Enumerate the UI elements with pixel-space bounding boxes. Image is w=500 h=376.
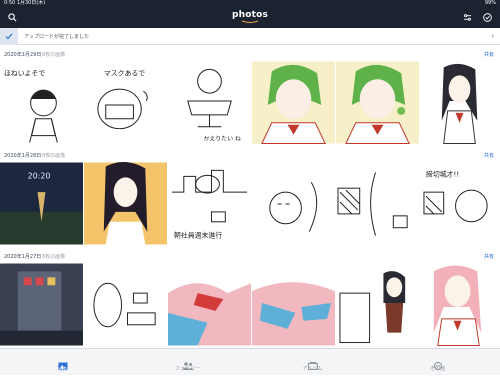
photo-thumbnail[interactable] bbox=[336, 263, 420, 346]
section-count: 8枚の画像 bbox=[42, 153, 66, 159]
share-link[interactable]: 共有 bbox=[484, 51, 494, 58]
album-icon bbox=[250, 355, 375, 370]
photo-thumbnail[interactable] bbox=[168, 263, 252, 346]
photo-thumbnail[interactable] bbox=[252, 162, 336, 245]
lockscreen-time: 20:20 bbox=[28, 171, 51, 180]
select-check-icon[interactable] bbox=[483, 13, 492, 22]
filter-icon[interactable] bbox=[463, 13, 472, 22]
tab-label: アルバム bbox=[302, 366, 323, 372]
photo-thumbnail[interactable] bbox=[336, 61, 420, 144]
photo-thumbnail[interactable]: 朝社員週末進行 bbox=[168, 162, 252, 245]
photo-row: 20:20 朝社員週末進行 締切城才!! bbox=[0, 162, 500, 245]
share-link[interactable]: 共有 bbox=[484, 253, 494, 260]
family-icon bbox=[125, 355, 250, 370]
bottom-tab-bar: 写真 ファミリー アルバム その他 bbox=[0, 348, 500, 375]
app-header: photos bbox=[0, 6, 500, 28]
chevron-right-icon[interactable]: › bbox=[491, 32, 494, 40]
section-date: 2020年1月29日 bbox=[4, 52, 42, 58]
date-section-header: 2020年1月27日 8枚の画像 共有 bbox=[0, 251, 500, 261]
amazon-smile-icon bbox=[241, 20, 259, 23]
upload-status-bar[interactable]: アップロードが完了しました › bbox=[0, 28, 500, 45]
tab-family[interactable]: ファミリー bbox=[125, 349, 250, 376]
app-logo-text: photos bbox=[231, 10, 269, 20]
photo-thumbnail[interactable] bbox=[0, 263, 84, 346]
upload-check-area bbox=[0, 28, 18, 45]
drawing-caption: ほねいよそで bbox=[4, 69, 45, 77]
photo-thumbnail[interactable]: 20:20 bbox=[0, 162, 84, 245]
tab-photos[interactable]: 写真 bbox=[0, 349, 125, 376]
section-date: 2020年1月27日 bbox=[4, 254, 42, 260]
upload-message: アップロードが完了しました bbox=[24, 34, 90, 40]
photo-row: ほねいよそで マスクあるで かえりたい ね bbox=[0, 61, 500, 144]
tab-label: その他 bbox=[429, 366, 445, 372]
photo-thumbnail[interactable] bbox=[336, 162, 420, 245]
checkmark-icon bbox=[5, 33, 13, 40]
date-section-header: 2020年1月28日 8枚の画像 共有 bbox=[0, 150, 500, 160]
photo-thumbnail[interactable] bbox=[252, 61, 336, 144]
section-date: 2020年1月28日 bbox=[4, 153, 42, 159]
photo-thumbnail[interactable]: 締切城才!! bbox=[420, 162, 500, 245]
photo-thumbnail[interactable] bbox=[84, 263, 168, 346]
photo-thumbnail[interactable]: かえりたい ね bbox=[168, 61, 252, 144]
photo-row bbox=[0, 263, 500, 346]
tab-label: ファミリー bbox=[174, 366, 200, 372]
drawing-caption: かえりたい ね bbox=[204, 136, 241, 143]
tab-more[interactable]: その他 bbox=[375, 349, 500, 376]
photo-thumbnail[interactable]: マスクあるで bbox=[84, 61, 168, 144]
tab-label: 写真 bbox=[57, 366, 68, 372]
photo-thumbnail[interactable] bbox=[420, 263, 500, 346]
tab-albums[interactable]: アルバム bbox=[250, 349, 375, 376]
photo-thumbnail[interactable] bbox=[84, 162, 168, 245]
photo-thumbnail[interactable] bbox=[252, 263, 336, 346]
drawing-caption: 朝社員週末進行 bbox=[174, 231, 222, 240]
photo-icon bbox=[0, 355, 125, 370]
section-count: 8枚の画像 bbox=[42, 52, 66, 58]
drawing-caption: 締切城才!! bbox=[426, 169, 459, 178]
section-count: 8枚の画像 bbox=[42, 254, 66, 260]
photo-thumbnail[interactable] bbox=[420, 61, 500, 144]
more-icon bbox=[375, 355, 500, 370]
date-section-header: 2020年1月29日 8枚の画像 共有 bbox=[0, 49, 500, 59]
share-link[interactable]: 共有 bbox=[484, 152, 494, 159]
photo-thumbnail[interactable]: ほねいよそで bbox=[0, 61, 84, 144]
drawing-caption: マスクあるで bbox=[104, 69, 146, 77]
